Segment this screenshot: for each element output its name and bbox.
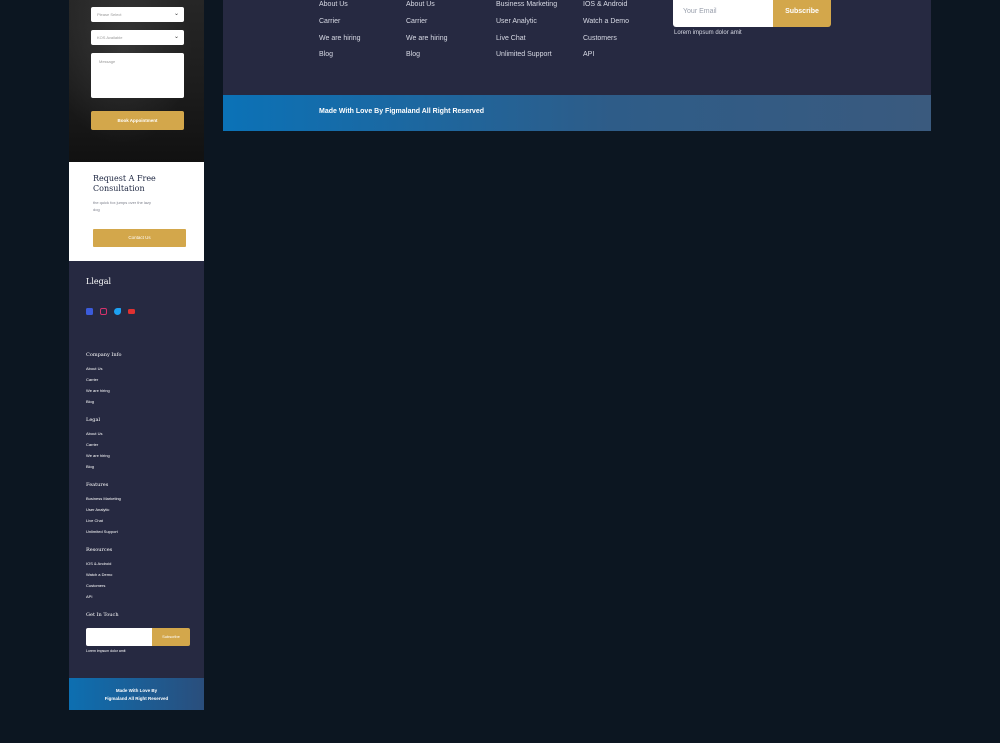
twitter-icon[interactable] — [114, 308, 121, 315]
book-appointment-button[interactable]: Book Appointment — [91, 111, 184, 130]
chevron-down-icon: ⌄ — [173, 34, 179, 40]
footer-link[interactable]: Blog — [406, 50, 448, 67]
footer-column-features: Business Marketing User Analytic Live Ch… — [496, 0, 557, 67]
footer-link[interactable]: Customers — [583, 34, 629, 51]
footer-link[interactable]: We are hiring — [406, 34, 448, 51]
subscribe-button[interactable]: Subscribe — [773, 0, 831, 27]
subscribe-note: Lorem impsum dolor amit — [674, 30, 742, 36]
footer-link[interactable]: Business Marketing — [86, 495, 121, 506]
consultation-title: Request A Free Consultation — [93, 174, 156, 193]
consultation-text: the quick fox jumps over the lazy dog — [93, 200, 152, 212]
section-heading: Resources — [86, 547, 113, 553]
footer-section-company-info: Company Info About Us Carrier We are hir… — [86, 352, 121, 409]
footer-link[interactable]: Blog — [86, 398, 121, 409]
copyright-line-2: Figmaland All Right Reserved — [104, 696, 169, 701]
section-heading: Get In Touch — [86, 612, 119, 618]
footer-section-get-in-touch: Get In Touch — [86, 612, 119, 625]
footer-link[interactable]: User Analytic — [86, 506, 121, 517]
footer-link[interactable]: Live Chat — [86, 517, 121, 528]
footer-section-features: Features Business Marketing User Analyti… — [86, 482, 121, 539]
footer-link[interactable]: API — [583, 50, 629, 67]
footer-link[interactable]: User Analytic — [496, 17, 557, 34]
subscribe-note: Lorem impsum dolor amit — [86, 649, 126, 653]
footer-link[interactable]: About Us — [86, 365, 121, 376]
appointment-form: Please Select ⌄ KOS Available ⌄ Message … — [69, 0, 204, 162]
footer-column-legal: About Us Carrier We are hiring Blog — [406, 0, 448, 67]
footer-link[interactable]: Watch a Demo — [583, 17, 629, 34]
footer-link[interactable]: Business Marketing — [496, 0, 557, 17]
footer-link[interactable]: We are hiring — [86, 387, 121, 398]
contact-us-button[interactable]: Contact Us — [93, 229, 186, 247]
footer-link[interactable]: Carrier — [86, 441, 110, 452]
footer-link[interactable]: Customers — [86, 582, 112, 593]
instagram-icon[interactable] — [100, 308, 107, 315]
copyright-bar: Made With Love By Figmaland All Right Re… — [69, 678, 204, 710]
footer-column-resources: IOS & Android Watch a Demo Customers API — [583, 0, 629, 67]
footer-link[interactable]: About Us — [86, 430, 110, 441]
footer-link[interactable]: Live Chat — [496, 34, 557, 51]
desktop-copyright-bar: Made With Love By Figmaland All Right Re… — [223, 95, 931, 131]
section-heading: Company Info — [86, 352, 122, 358]
subscribe-button[interactable]: Subscribe — [152, 628, 190, 646]
section-heading: Legal — [86, 417, 101, 423]
youtube-icon[interactable] — [128, 309, 135, 314]
section-heading: Features — [86, 482, 109, 488]
chevron-down-icon: ⌄ — [173, 11, 179, 17]
copyright-line-1: Made With Love By — [115, 688, 158, 693]
footer-link[interactable]: Blog — [319, 50, 361, 67]
mobile-footer: Llegal Company Info About Us Carrier We … — [69, 261, 204, 678]
footer-link[interactable]: Carrier — [86, 376, 121, 387]
footer-link[interactable]: IOS & Android — [583, 0, 629, 17]
footer-link[interactable]: Watch a Demo — [86, 571, 112, 582]
kos-select-field[interactable]: KOS Available ⌄ — [91, 30, 184, 45]
footer-link[interactable]: Unlimited Support — [86, 528, 121, 539]
select-field[interactable]: Please Select ⌄ — [91, 7, 184, 22]
select-placeholder: Please Select — [97, 12, 122, 17]
footer-link[interactable]: IOS & Android — [86, 560, 112, 571]
footer-link[interactable]: We are hiring — [319, 34, 361, 51]
footer-link[interactable]: We are hiring — [86, 452, 110, 463]
footer-link[interactable]: Blog — [86, 463, 110, 474]
consultation-card: Request A Free Consultation the quick fo… — [69, 162, 204, 261]
social-links — [86, 308, 135, 315]
footer-link[interactable]: API — [86, 593, 112, 604]
facebook-icon[interactable] — [86, 308, 93, 315]
select-placeholder: KOS Available — [97, 35, 123, 40]
footer-link[interactable]: About Us — [319, 0, 361, 17]
desktop-subscribe-form: Your Email Subscribe — [673, 0, 831, 27]
footer-section-legal: Legal About Us Carrier We are hiring Blo… — [86, 417, 110, 474]
subscribe-form: Subscribe — [86, 628, 190, 646]
footer-link[interactable]: Carrier — [319, 17, 361, 34]
copyright-text: Made With Love By Figmaland All Right Re… — [319, 108, 484, 115]
email-input[interactable] — [86, 628, 153, 646]
desktop-footer: About Us Carrier We are hiring Blog Abou… — [223, 0, 931, 95]
mobile-page: Please Select ⌄ KOS Available ⌄ Message … — [69, 0, 204, 710]
footer-column-company: About Us Carrier We are hiring Blog — [319, 0, 361, 67]
footer-link[interactable]: Unlimited Support — [496, 50, 557, 67]
message-placeholder: Message — [99, 59, 116, 64]
footer-logo[interactable]: Llegal — [86, 277, 111, 286]
footer-link[interactable]: Carrier — [406, 17, 448, 34]
footer-section-resources: Resources IOS & Android Watch a Demo Cus… — [86, 547, 112, 604]
email-input[interactable]: Your Email — [673, 0, 774, 27]
message-textarea[interactable]: Message — [91, 53, 184, 98]
footer-link[interactable]: About Us — [406, 0, 448, 17]
